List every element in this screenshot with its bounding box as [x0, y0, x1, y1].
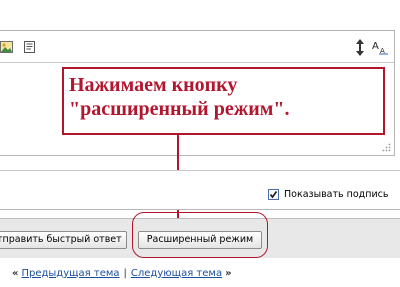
- checkmark-icon: [269, 190, 278, 198]
- show-signature-label: Показывать подпись: [284, 188, 389, 200]
- prev-arrow-icon: «: [12, 267, 19, 279]
- editor-toolbar: A A: [0, 31, 394, 62]
- show-signature-checkbox[interactable]: [268, 188, 279, 200]
- annotation-line-2: "расширенный режим".: [69, 98, 290, 120]
- annotation-text: Нажимаем кнопку "расширенный режим".: [69, 73, 381, 121]
- next-arrow-icon: »: [225, 267, 232, 279]
- previous-topic-link[interactable]: Предыдущая тема: [21, 268, 119, 279]
- quote-icon[interactable]: [23, 41, 36, 53]
- annotation-callout: Нажимаем кнопку "расширенный режим".: [62, 67, 385, 135]
- show-signature-option[interactable]: Показывать подпись: [268, 187, 388, 201]
- nav-separator: |: [123, 267, 127, 279]
- resize-height-icon[interactable]: [356, 39, 364, 56]
- quick-reply-button[interactable]: тправить быстрый ответ: [0, 231, 127, 249]
- resize-grip-icon[interactable]: [381, 142, 391, 152]
- advanced-mode-highlight: [132, 212, 268, 258]
- post-options: Показывать подпись: [0, 170, 400, 210]
- next-topic-link[interactable]: Следующая тема: [131, 268, 222, 279]
- topic-navigation: « Предыдущая тема | Следующая тема »: [9, 266, 235, 280]
- annotation-line-1: Нажимаем кнопку: [69, 74, 238, 96]
- svg-text:A: A: [372, 41, 379, 52]
- image-icon[interactable]: [0, 41, 13, 53]
- font-size-icon[interactable]: A A: [371, 39, 389, 55]
